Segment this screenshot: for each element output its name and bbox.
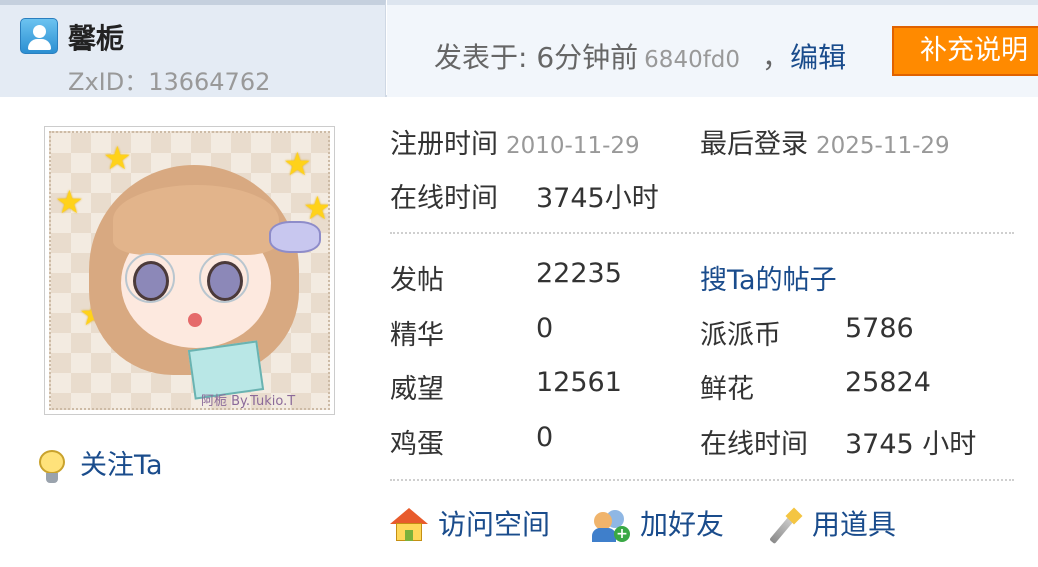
supplement-button[interactable]: 补充说明 bbox=[892, 26, 1038, 76]
online-time-value: 3745小时 bbox=[536, 183, 659, 214]
author-zxid: ZxID：13664762 bbox=[68, 62, 270, 97]
lightbulb-icon bbox=[38, 449, 66, 484]
author-name-link[interactable]: 馨栀 bbox=[68, 17, 124, 57]
star-icon: ★ bbox=[283, 145, 312, 183]
last-login: 最后登录 2025-11-29 bbox=[700, 122, 950, 161]
egg-value: 0 bbox=[536, 422, 554, 453]
comma-separator: ， bbox=[762, 41, 791, 74]
author-header: 馨栀 ZxID：13664762 bbox=[0, 0, 386, 97]
post-meta-header: 发表于: 6分钟前 6840fd0 ，编辑 补充说明 bbox=[387, 0, 1038, 97]
star-icon: ★ bbox=[55, 183, 84, 221]
digest-value: 0 bbox=[536, 313, 554, 344]
user-card-icon bbox=[20, 18, 58, 54]
house-icon bbox=[390, 508, 428, 544]
magic-wand-icon bbox=[764, 507, 803, 545]
add-friend-label: 加好友 bbox=[640, 508, 725, 541]
register-time: 注册时间 2010-11-29 bbox=[390, 122, 640, 161]
digest-label: 精华 bbox=[390, 320, 444, 351]
post-hash: 6840fd0 bbox=[644, 47, 741, 73]
register-label: 注册时间 bbox=[390, 129, 498, 160]
follow-label: 关注Ta bbox=[80, 450, 163, 481]
coin-label: 派派币 bbox=[700, 320, 781, 351]
posted-label: 发表于: bbox=[434, 41, 537, 74]
last-login-value: 2025-11-29 bbox=[816, 133, 950, 159]
post-header-bar: 馨栀 ZxID：13664762 发表于: 6分钟前 6840fd0 ，编辑 补充说… bbox=[0, 0, 1038, 97]
add-friend-link[interactable]: + 加好友 bbox=[592, 503, 724, 544]
zxid-value: 13664762 bbox=[148, 68, 271, 96]
flower-value: 25824 bbox=[845, 367, 931, 398]
avatar-signature: 阿栀 By.Tukio.T bbox=[201, 394, 296, 409]
avatar-image: ★ ★ ★ ★ ★ 阿栀 By.Tukio.T bbox=[49, 131, 330, 410]
avatar[interactable]: ★ ★ ★ ★ ★ 阿栀 By.Tukio.T bbox=[44, 126, 335, 415]
use-tool-link[interactable]: 用道具 bbox=[764, 503, 897, 545]
prestige-value: 12561 bbox=[536, 367, 622, 398]
coin-value: 5786 bbox=[845, 313, 914, 344]
zxid-label: ZxID： bbox=[68, 68, 149, 96]
register-value: 2010-11-29 bbox=[506, 133, 640, 159]
edit-link[interactable]: 编辑 bbox=[790, 41, 846, 74]
search-posts-link[interactable]: 搜Ta的帖子 bbox=[700, 258, 837, 297]
visit-space-label: 访问空间 bbox=[438, 508, 551, 541]
online-time-label: 在线时间 bbox=[390, 183, 498, 214]
posts-value: 22235 bbox=[536, 258, 622, 289]
egg-label: 鸡蛋 bbox=[390, 429, 444, 460]
friends-add-icon: + bbox=[592, 508, 630, 544]
divider bbox=[390, 479, 1014, 481]
stats-online-value: 3745 小时 bbox=[845, 429, 977, 460]
bow-decoration bbox=[269, 221, 321, 253]
post-meta: 发表于: 6分钟前 6840fd0 ，编辑 bbox=[434, 36, 846, 76]
post-time: 6分钟前 bbox=[536, 41, 639, 74]
last-login-label: 最后登录 bbox=[700, 129, 808, 160]
stats-online-label: 在线时间 bbox=[700, 429, 808, 460]
visit-space-link[interactable]: 访问空间 bbox=[390, 503, 550, 544]
prestige-label: 威望 bbox=[390, 374, 444, 405]
star-icon: ★ bbox=[103, 139, 132, 177]
divider bbox=[390, 232, 1014, 234]
use-tool-label: 用道具 bbox=[812, 508, 897, 541]
flower-label: 鲜花 bbox=[700, 374, 754, 405]
posts-label: 发帖 bbox=[390, 265, 444, 296]
follow-link[interactable]: 关注Ta bbox=[38, 443, 163, 484]
